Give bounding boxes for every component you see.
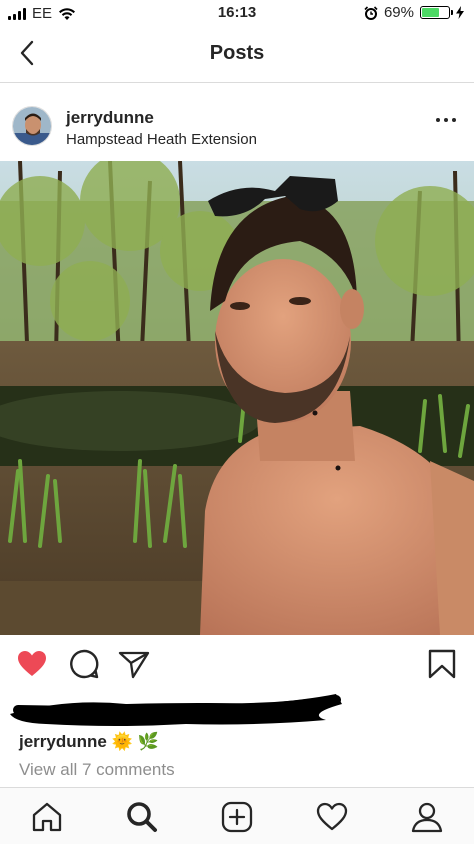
post-photo[interactable]: [0, 161, 474, 635]
battery-icon: [420, 6, 453, 19]
page-title: Posts: [209, 42, 265, 64]
redaction-scribble: [10, 694, 342, 726]
post-username[interactable]: jerrydunne: [66, 108, 154, 128]
caption: jerrydunne 🌞 🌿: [19, 732, 159, 752]
more-horizontal-icon[interactable]: [436, 118, 456, 122]
avatar-image: [13, 107, 51, 145]
bookmark-icon[interactable]: [426, 648, 458, 680]
search-icon[interactable]: [125, 800, 159, 834]
nav-bar: Posts: [0, 26, 474, 83]
tab-bar: [0, 787, 474, 844]
activity-heart-icon[interactable]: [315, 800, 349, 834]
post-photo-image: [0, 161, 474, 635]
battery-fill: [422, 8, 439, 17]
profile-icon[interactable]: [410, 800, 444, 834]
battery-percent: 69%: [383, 4, 414, 21]
charging-bolt-icon: [456, 6, 464, 19]
avatar[interactable]: [12, 106, 52, 146]
send-icon[interactable]: [118, 648, 150, 680]
heart-filled-icon[interactable]: [16, 648, 48, 680]
alarm-icon: [364, 5, 378, 20]
caption-emojis: 🌞 🌿: [111, 732, 159, 751]
home-icon[interactable]: [30, 800, 64, 834]
view-comments-link[interactable]: View all 7 comments: [19, 760, 175, 780]
status-bar: EE 16:13 69%: [0, 0, 474, 26]
new-post-icon[interactable]: [220, 800, 254, 834]
status-right: 69%: [364, 4, 464, 21]
caption-username[interactable]: jerrydunne: [19, 732, 107, 751]
comment-icon[interactable]: [68, 648, 100, 680]
post-location[interactable]: Hampstead Heath Extension: [66, 131, 257, 148]
